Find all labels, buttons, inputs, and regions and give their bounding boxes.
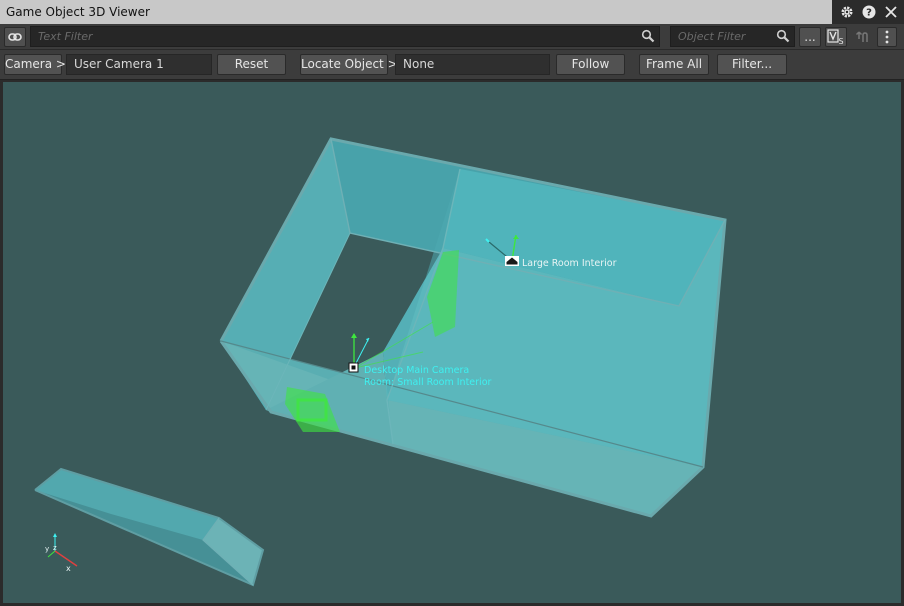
kebab-menu-button[interactable] [877,27,897,47]
filter-button[interactable]: Filter... [717,54,787,75]
text-filter-input[interactable] [30,26,660,47]
gear-icon[interactable] [838,3,856,21]
camera-label: Desktop Main Camera [364,365,469,376]
close-icon[interactable] [882,3,900,21]
large-room-box[interactable] [219,137,727,518]
filter-toolbar: ... S [0,24,904,50]
axis-y-label: y [45,545,49,553]
link-icon [8,33,22,41]
search-icon[interactable] [776,29,790,43]
filter-vs-icon: S [827,29,844,45]
camera-value-field[interactable]: User Camera 1 [66,54,212,75]
axis-gizmo: z y x [45,533,78,573]
follow-button[interactable]: Follow [556,54,625,75]
title-bar: Game Object 3D Viewer ? [0,0,904,24]
window-title: Game Object 3D Viewer [0,0,832,24]
more-options-button[interactable]: ... [799,27,821,47]
axis-x-label: x [66,564,71,573]
undo-button[interactable] [851,27,873,47]
locate-object-button[interactable]: Locate Object > [300,54,398,75]
scene-canvas[interactable]: Large Room Interior Desktop Main Camera … [3,82,903,605]
home-icon [505,256,519,266]
camera-room-label: Room: Small Room Interior [364,377,492,388]
camera-menu-button[interactable]: Camera > [4,54,66,75]
filter-vs-button[interactable]: S [825,27,847,47]
reset-button[interactable]: Reset [217,54,286,75]
svg-text:S: S [838,37,843,45]
link-button[interactable] [4,27,26,47]
frame-all-button[interactable]: Frame All [639,54,709,75]
svg-text:?: ? [866,8,872,19]
camera-toolbar: Camera > User Camera 1 Reset Locate Obje… [0,50,904,80]
help-icon[interactable]: ? [860,3,878,21]
axis-z-label: z [53,544,57,552]
locate-object-field[interactable]: None [395,54,550,75]
large-room-label: Large Room Interior [522,258,617,269]
camera-marker-icon [348,362,359,373]
undo-icon [855,31,868,42]
search-icon[interactable] [641,29,655,43]
3d-viewport[interactable]: Large Room Interior Desktop Main Camera … [2,81,902,604]
kebab-menu-icon [885,30,889,44]
